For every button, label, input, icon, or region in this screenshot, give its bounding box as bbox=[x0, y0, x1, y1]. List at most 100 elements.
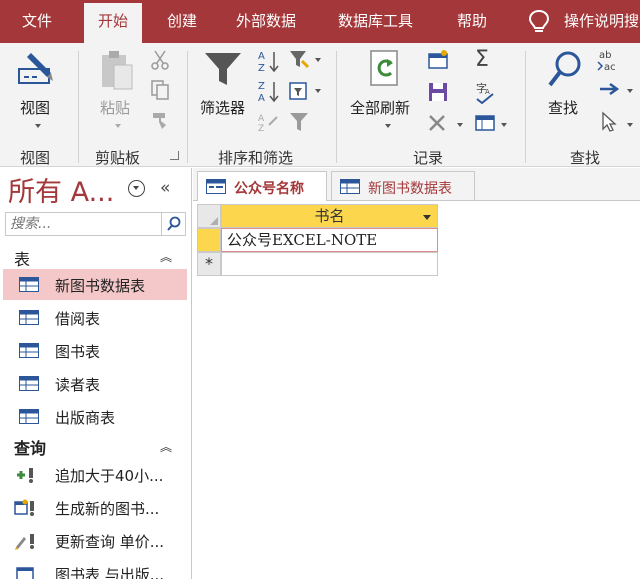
new-record-cell[interactable] bbox=[221, 252, 438, 276]
delete-dropdown-caret[interactable] bbox=[457, 123, 463, 127]
document-tab-bar: 公众号名称 新图书数据表 bbox=[193, 168, 640, 201]
advanced-dropdown-caret[interactable] bbox=[315, 89, 321, 93]
nav-item-table[interactable]: 读者表 bbox=[3, 368, 187, 399]
group-label-clipboard: 剪贴板 bbox=[95, 149, 141, 167]
column-sort-dropdown-icon[interactable] bbox=[423, 215, 431, 220]
tell-me-search[interactable]: 操作说明搜 bbox=[564, 0, 639, 43]
form-icon bbox=[206, 179, 226, 194]
spelling-icon[interactable]: 字 A bbox=[474, 81, 496, 105]
advanced-filter-icon[interactable] bbox=[288, 80, 310, 102]
doc-tab[interactable]: 新图书数据表 bbox=[331, 171, 475, 201]
group-separator bbox=[78, 51, 79, 163]
select-query-icon bbox=[16, 567, 34, 579]
svg-text:Z: Z bbox=[258, 81, 265, 92]
more-records-icon[interactable] bbox=[474, 113, 496, 133]
nav-item-query[interactable]: 更新查询 单价... bbox=[3, 525, 187, 556]
refresh-dropdown-caret[interactable] bbox=[385, 124, 391, 128]
selection-dropdown-caret[interactable] bbox=[315, 58, 321, 62]
doc-tab-label: 新图书数据表 bbox=[368, 181, 452, 197]
paste-icon[interactable] bbox=[98, 49, 134, 91]
nav-item-query[interactable]: 生成新的图书... bbox=[3, 492, 187, 523]
nav-collapse-icon[interactable]: « bbox=[160, 178, 170, 198]
nav-search-input[interactable] bbox=[6, 213, 161, 235]
column-header[interactable]: 书名 bbox=[221, 204, 438, 228]
totals-icon[interactable]: Σ bbox=[475, 47, 489, 72]
row-selector[interactable] bbox=[197, 228, 221, 252]
svg-text:A: A bbox=[258, 93, 265, 103]
filter-icon[interactable] bbox=[203, 51, 243, 89]
toggle-filter-icon[interactable] bbox=[288, 111, 310, 133]
table-icon bbox=[340, 179, 360, 194]
table-cell[interactable]: 公众号EXCEL-NOTE bbox=[221, 228, 438, 252]
sort-descending-icon[interactable]: Z A bbox=[257, 79, 281, 103]
view-dropdown-caret[interactable] bbox=[35, 124, 41, 128]
section-collapse-icon[interactable]: ︽ bbox=[160, 248, 172, 265]
cut-icon[interactable] bbox=[150, 49, 170, 71]
delete-record-icon[interactable] bbox=[427, 113, 447, 133]
tab-external-data[interactable]: 外部数据 bbox=[236, 0, 296, 43]
select-all-corner[interactable] bbox=[197, 204, 221, 228]
table-icon bbox=[19, 376, 39, 391]
tab-help[interactable]: 帮助 bbox=[457, 0, 487, 43]
nav-item-label: 读者表 bbox=[55, 376, 101, 394]
nav-item-label: 图书表 与出版... bbox=[55, 566, 165, 579]
clipboard-dialog-launcher-icon[interactable] bbox=[170, 151, 179, 160]
save-record-icon[interactable] bbox=[427, 81, 449, 103]
nav-item-table[interactable]: 出版商表 bbox=[3, 401, 187, 432]
select-cursor-icon[interactable] bbox=[600, 111, 618, 133]
tab-database-tools[interactable]: 数据库工具 bbox=[338, 0, 413, 43]
tab-create[interactable]: 创建 bbox=[167, 0, 197, 43]
svg-text:A: A bbox=[485, 88, 490, 96]
section-collapse-icon[interactable]: ︽ bbox=[160, 438, 172, 455]
svg-text:Z: Z bbox=[258, 124, 264, 133]
go-to-dropdown-caret[interactable] bbox=[627, 89, 633, 93]
nav-search-button[interactable] bbox=[161, 213, 185, 235]
group-label-records: 记录 bbox=[413, 149, 444, 167]
svg-text:A: A bbox=[258, 51, 265, 62]
nav-item-table[interactable]: 图书表 bbox=[3, 335, 187, 366]
view-button[interactable]: 视图 bbox=[20, 97, 50, 118]
nav-item-label: 更新查询 单价... bbox=[55, 533, 165, 551]
table-icon bbox=[19, 277, 39, 292]
tab-home[interactable]: 开始 bbox=[84, 3, 143, 43]
nav-item-table[interactable]: 借阅表 bbox=[3, 302, 187, 333]
refresh-all-icon[interactable] bbox=[368, 49, 402, 89]
lightbulb-icon[interactable] bbox=[528, 9, 550, 35]
nav-item-table[interactable]: 新图书数据表 bbox=[3, 269, 187, 300]
nav-pane-title[interactable]: 所有 A... bbox=[8, 170, 114, 209]
nav-item-label: 新图书数据表 bbox=[55, 277, 146, 295]
table-icon bbox=[19, 310, 39, 325]
nav-section-tables[interactable]: 表 bbox=[14, 246, 30, 270]
select-dropdown-caret[interactable] bbox=[627, 123, 633, 127]
nav-section-queries[interactable]: 查询 bbox=[14, 435, 46, 459]
nav-item-query[interactable]: 图书表 与出版... bbox=[3, 558, 187, 579]
ribbon: 视图 视图 粘贴 剪贴板 筛选器 A Z Z A A Z 排序和筛选 全部刷新 … bbox=[0, 43, 640, 167]
nav-menu-dropdown-icon[interactable] bbox=[128, 180, 145, 197]
refresh-all-button[interactable]: 全部刷新 bbox=[350, 97, 410, 118]
nav-item-label: 图书表 bbox=[55, 343, 101, 361]
format-painter-icon[interactable] bbox=[150, 109, 172, 131]
tab-file[interactable]: 文件 bbox=[22, 0, 52, 43]
paste-dropdown-caret[interactable] bbox=[115, 124, 121, 128]
sort-ascending-icon[interactable]: A Z bbox=[257, 49, 281, 73]
nav-item-query[interactable]: 追加大于40小... bbox=[3, 459, 187, 490]
more-dropdown-caret[interactable] bbox=[501, 123, 507, 127]
paste-button[interactable]: 粘贴 bbox=[100, 97, 130, 118]
svg-text:ac: ac bbox=[604, 62, 616, 73]
ribbon-tab-bar: 文件 开始 创建 外部数据 数据库工具 帮助 操作说明搜 bbox=[0, 0, 640, 43]
new-record-icon[interactable] bbox=[427, 49, 449, 71]
replace-icon[interactable]: ab ac bbox=[596, 48, 622, 74]
new-record-row-selector[interactable]: * bbox=[197, 252, 221, 276]
filter-button[interactable]: 筛选器 bbox=[200, 97, 245, 118]
clear-sort-icon[interactable]: A Z bbox=[257, 111, 281, 133]
selection-filter-icon[interactable] bbox=[288, 49, 310, 71]
nav-item-label: 出版商表 bbox=[55, 409, 116, 427]
go-to-arrow-icon[interactable] bbox=[598, 81, 620, 97]
svg-text:ab: ab bbox=[599, 50, 611, 61]
doc-tab-active[interactable]: 公众号名称 bbox=[197, 171, 327, 201]
find-icon[interactable] bbox=[546, 49, 584, 91]
datasheet: 书名 公众号EXCEL-NOTE * bbox=[193, 202, 640, 579]
find-button[interactable]: 查找 bbox=[548, 97, 578, 118]
design-view-icon[interactable] bbox=[17, 51, 57, 89]
copy-icon[interactable] bbox=[150, 79, 170, 101]
